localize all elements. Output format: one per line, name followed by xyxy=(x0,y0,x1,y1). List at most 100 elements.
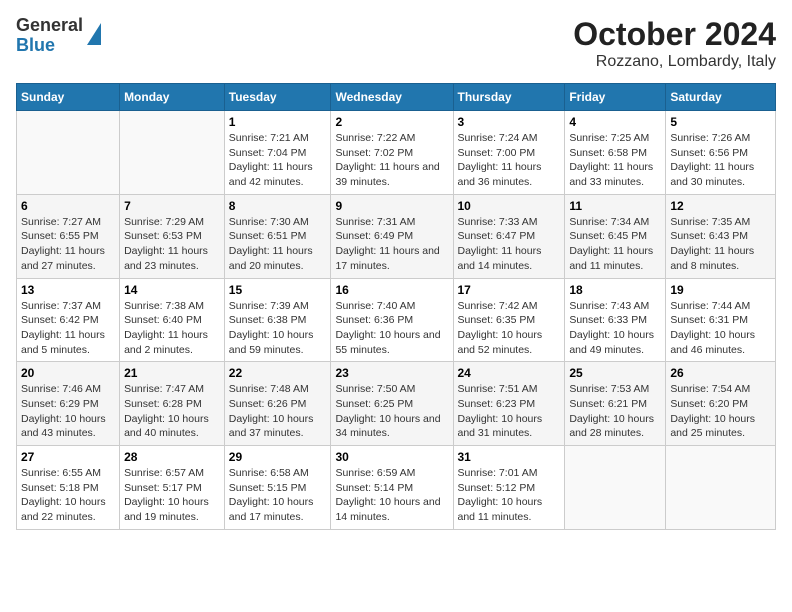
day-info: Sunrise: 7:35 AM Sunset: 6:43 PM Dayligh… xyxy=(670,215,771,274)
logo-text: General Blue xyxy=(16,16,83,56)
calendar-cell: 31 Sunrise: 7:01 AM Sunset: 5:12 PM Dayli… xyxy=(453,446,565,530)
day-info: Sunrise: 7:46 AM Sunset: 6:29 PM Dayligh… xyxy=(21,382,115,441)
day-number: 3 xyxy=(458,115,561,129)
calendar-subtitle: Rozzano, Lombardy, Italy xyxy=(573,53,776,71)
day-number: 10 xyxy=(458,199,561,213)
day-number: 16 xyxy=(335,283,448,297)
day-info: Sunrise: 7:22 AM Sunset: 7:02 PM Dayligh… xyxy=(335,131,448,190)
day-number: 15 xyxy=(229,283,327,297)
calendar-cell: 18 Sunrise: 7:43 AM Sunset: 6:33 PM Dayli… xyxy=(565,278,666,362)
day-number: 26 xyxy=(670,366,771,380)
day-info: Sunrise: 7:38 AM Sunset: 6:40 PM Dayligh… xyxy=(124,299,220,358)
calendar-header: Sunday Monday Tuesday Wednesday Thursday… xyxy=(17,84,776,111)
calendar-cell: 5Sunrise: 7:26 AM Sunset: 6:56 PM Daylig… xyxy=(666,111,776,195)
header-saturday: Saturday xyxy=(666,84,776,111)
day-number: 6 xyxy=(21,199,115,213)
header-sunday: Sunday xyxy=(17,84,120,111)
page-header: General Blue October 2024 Rozzano, Lomba… xyxy=(16,16,776,71)
day-number: 21 xyxy=(124,366,220,380)
day-info: Sunrise: 7:50 AM Sunset: 6:25 PM Dayligh… xyxy=(335,382,448,441)
header-friday: Friday xyxy=(565,84,666,111)
calendar-week-5: 27 Sunrise: 6:55 AM Sunset: 5:18 PM Dayli… xyxy=(17,446,776,530)
calendar-cell: 20 Sunrise: 7:46 AM Sunset: 6:29 PM Dayli… xyxy=(17,362,120,446)
day-info: Sunrise: 7:40 AM Sunset: 6:36 PM Dayligh… xyxy=(335,299,448,358)
day-info: Sunrise: 7:25 AM Sunset: 6:58 PM Dayligh… xyxy=(569,131,661,190)
title-block: October 2024 Rozzano, Lombardy, Italy xyxy=(573,16,776,71)
day-number: 18 xyxy=(569,283,661,297)
calendar-cell: 7 Sunrise: 7:29 AM Sunset: 6:53 PM Daylig… xyxy=(120,194,225,278)
calendar-cell: 15Sunrise: 7:39 AM Sunset: 6:38 PM Dayli… xyxy=(224,278,331,362)
day-number: 12 xyxy=(670,199,771,213)
day-info: Sunrise: 7:43 AM Sunset: 6:33 PM Dayligh… xyxy=(569,299,661,358)
calendar-week-2: 6 Sunrise: 7:27 AM Sunset: 6:55 PM Daylig… xyxy=(17,194,776,278)
header-thursday: Thursday xyxy=(453,84,565,111)
calendar-title: October 2024 xyxy=(573,16,776,53)
calendar-cell xyxy=(666,446,776,530)
day-info: Sunrise: 7:01 AM Sunset: 5:12 PM Dayligh… xyxy=(458,466,561,525)
day-info: Sunrise: 6:55 AM Sunset: 5:18 PM Dayligh… xyxy=(21,466,115,525)
calendar-cell: 2 Sunrise: 7:22 AM Sunset: 7:02 PM Daylig… xyxy=(331,111,453,195)
day-number: 4 xyxy=(569,115,661,129)
day-number: 7 xyxy=(124,199,220,213)
day-info: Sunrise: 6:59 AM Sunset: 5:14 PM Dayligh… xyxy=(335,466,448,525)
calendar-cell xyxy=(17,111,120,195)
day-number: 5 xyxy=(670,115,771,129)
day-info: Sunrise: 7:42 AM Sunset: 6:35 PM Dayligh… xyxy=(458,299,561,358)
day-number: 19 xyxy=(670,283,771,297)
header-monday: Monday xyxy=(120,84,225,111)
day-info: Sunrise: 7:48 AM Sunset: 6:26 PM Dayligh… xyxy=(229,382,327,441)
logo-triangle-icon xyxy=(87,23,101,45)
calendar-cell: 28Sunrise: 6:57 AM Sunset: 5:17 PM Dayli… xyxy=(120,446,225,530)
calendar-cell: 22 Sunrise: 7:48 AM Sunset: 6:26 PM Dayli… xyxy=(224,362,331,446)
day-info: Sunrise: 6:57 AM Sunset: 5:17 PM Dayligh… xyxy=(124,466,220,525)
calendar-cell: 24Sunrise: 7:51 AM Sunset: 6:23 PM Dayli… xyxy=(453,362,565,446)
day-info: Sunrise: 7:27 AM Sunset: 6:55 PM Dayligh… xyxy=(21,215,115,274)
calendar-cell: 23 Sunrise: 7:50 AM Sunset: 6:25 PM Dayli… xyxy=(331,362,453,446)
calendar-cell: 6 Sunrise: 7:27 AM Sunset: 6:55 PM Daylig… xyxy=(17,194,120,278)
day-number: 23 xyxy=(335,366,448,380)
day-number: 1 xyxy=(229,115,327,129)
calendar-cell xyxy=(565,446,666,530)
calendar-cell: 16 Sunrise: 7:40 AM Sunset: 6:36 PM Dayli… xyxy=(331,278,453,362)
logo-general: General xyxy=(16,16,83,36)
calendar-cell: 19Sunrise: 7:44 AM Sunset: 6:31 PM Dayli… xyxy=(666,278,776,362)
day-info: Sunrise: 7:34 AM Sunset: 6:45 PM Dayligh… xyxy=(569,215,661,274)
day-number: 14 xyxy=(124,283,220,297)
day-number: 20 xyxy=(21,366,115,380)
day-number: 29 xyxy=(229,450,327,464)
day-info: Sunrise: 6:58 AM Sunset: 5:15 PM Dayligh… xyxy=(229,466,327,525)
day-number: 2 xyxy=(335,115,448,129)
day-number: 8 xyxy=(229,199,327,213)
calendar-cell: 29 Sunrise: 6:58 AM Sunset: 5:15 PM Dayli… xyxy=(224,446,331,530)
calendar-cell: 17 Sunrise: 7:42 AM Sunset: 6:35 PM Dayli… xyxy=(453,278,565,362)
day-info: Sunrise: 7:47 AM Sunset: 6:28 PM Dayligh… xyxy=(124,382,220,441)
calendar-cell: 9 Sunrise: 7:31 AM Sunset: 6:49 PM Daylig… xyxy=(331,194,453,278)
day-number: 17 xyxy=(458,283,561,297)
day-info: Sunrise: 7:51 AM Sunset: 6:23 PM Dayligh… xyxy=(458,382,561,441)
calendar-cell: 11 Sunrise: 7:34 AM Sunset: 6:45 PM Dayli… xyxy=(565,194,666,278)
day-info: Sunrise: 7:33 AM Sunset: 6:47 PM Dayligh… xyxy=(458,215,561,274)
day-info: Sunrise: 7:37 AM Sunset: 6:42 PM Dayligh… xyxy=(21,299,115,358)
day-number: 25 xyxy=(569,366,661,380)
day-info: Sunrise: 7:53 AM Sunset: 6:21 PM Dayligh… xyxy=(569,382,661,441)
day-number: 22 xyxy=(229,366,327,380)
day-info: Sunrise: 7:54 AM Sunset: 6:20 PM Dayligh… xyxy=(670,382,771,441)
calendar-cell: 14 Sunrise: 7:38 AM Sunset: 6:40 PM Dayli… xyxy=(120,278,225,362)
calendar-cell: 10 Sunrise: 7:33 AM Sunset: 6:47 PM Dayli… xyxy=(453,194,565,278)
day-number: 11 xyxy=(569,199,661,213)
day-info: Sunrise: 7:31 AM Sunset: 6:49 PM Dayligh… xyxy=(335,215,448,274)
day-number: 31 xyxy=(458,450,561,464)
calendar-cell: 26 Sunrise: 7:54 AM Sunset: 6:20 PM Dayli… xyxy=(666,362,776,446)
calendar-week-3: 13Sunrise: 7:37 AM Sunset: 6:42 PM Dayli… xyxy=(17,278,776,362)
day-info: Sunrise: 7:29 AM Sunset: 6:53 PM Dayligh… xyxy=(124,215,220,274)
day-info: Sunrise: 7:30 AM Sunset: 6:51 PM Dayligh… xyxy=(229,215,327,274)
calendar-cell xyxy=(120,111,225,195)
logo: General Blue xyxy=(16,16,101,56)
day-number: 9 xyxy=(335,199,448,213)
day-number: 27 xyxy=(21,450,115,464)
calendar-table: Sunday Monday Tuesday Wednesday Thursday… xyxy=(16,83,776,530)
header-tuesday: Tuesday xyxy=(224,84,331,111)
header-row: Sunday Monday Tuesday Wednesday Thursday… xyxy=(17,84,776,111)
calendar-cell: 13Sunrise: 7:37 AM Sunset: 6:42 PM Dayli… xyxy=(17,278,120,362)
header-wednesday: Wednesday xyxy=(331,84,453,111)
